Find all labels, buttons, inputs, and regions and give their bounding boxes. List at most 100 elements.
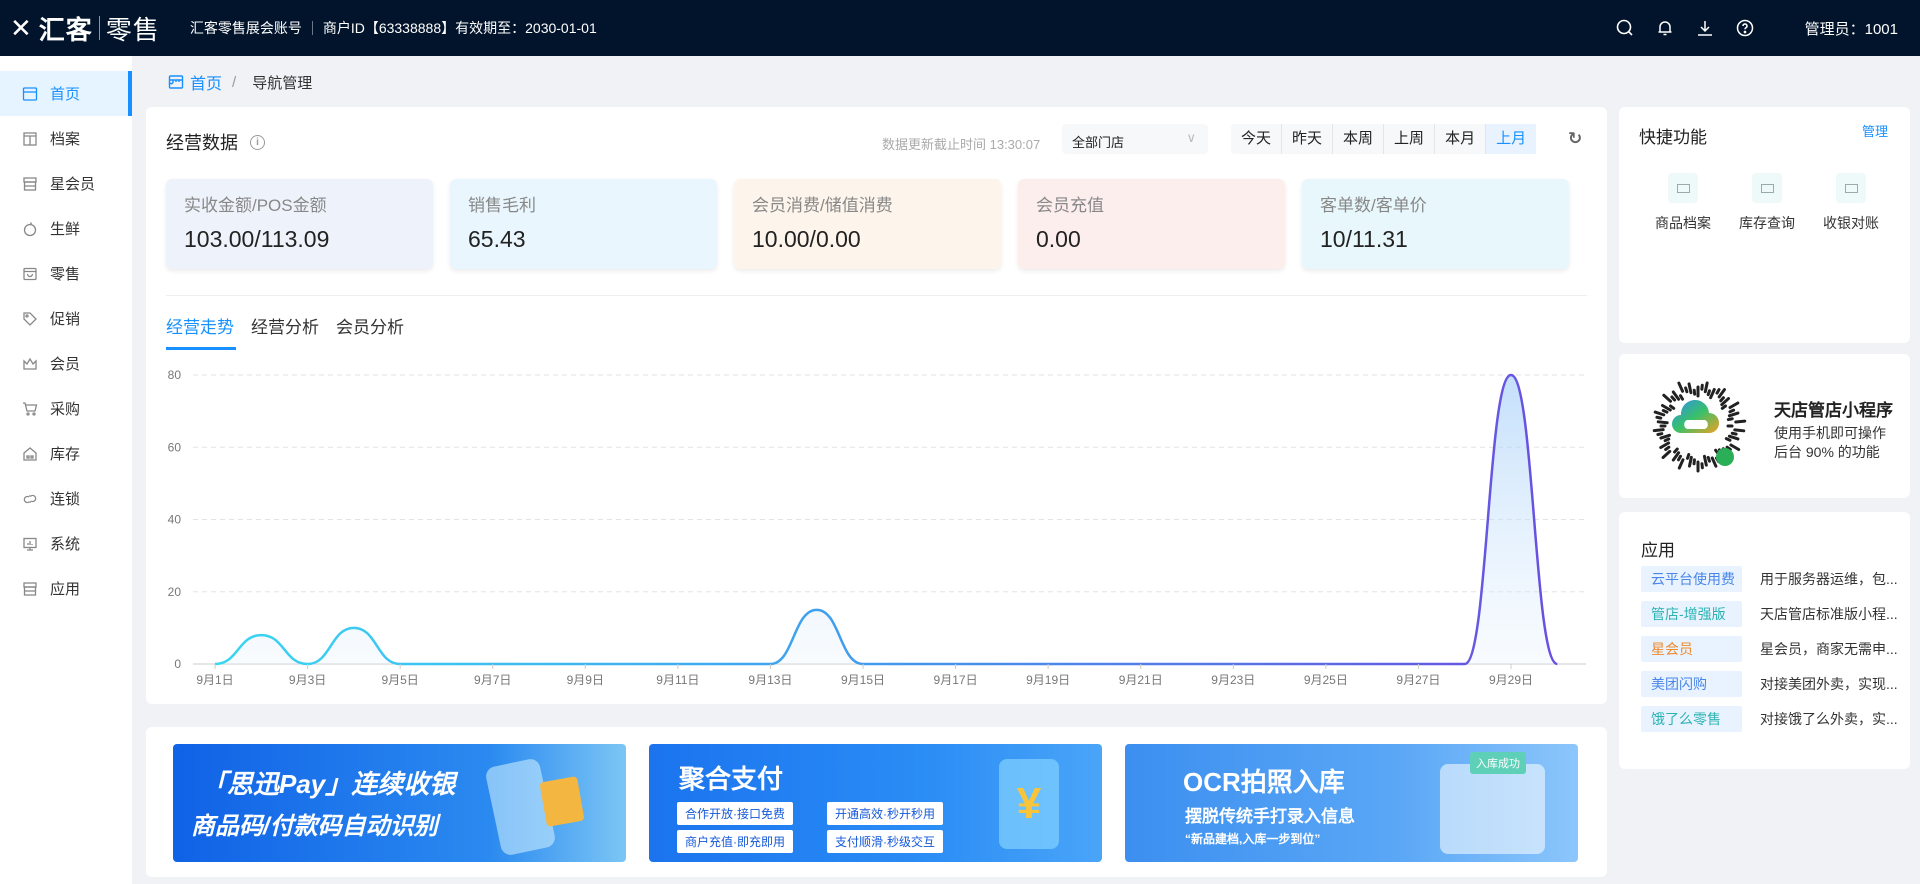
range-tab-5[interactable]: 上月 xyxy=(1485,124,1537,154)
app-desc: 用于服务器运维，包... xyxy=(1760,571,1898,587)
app-item[interactable]: 美团闪购 对接美团外卖，实现... xyxy=(1641,671,1910,697)
banner-subtitle: 商品码/付款码自动识别 xyxy=(191,813,438,840)
banner-ocr[interactable]: OCR拍照入库 摆脱传统手打录入信息 “新品建档,入库一步到位” 入库成功 xyxy=(1125,744,1578,862)
mini-program-desc: 使用手机即可操作 xyxy=(1774,425,1886,441)
x-tick-label: 9月9日 xyxy=(567,673,604,687)
cart-icon xyxy=(23,401,38,416)
app-tag: 饿了么零售 xyxy=(1641,706,1742,732)
x-tick-label: 9月15日 xyxy=(841,673,885,687)
tab-business-trend[interactable]: 经营走势 xyxy=(166,313,234,338)
stat-value: 10/11.31 xyxy=(1320,226,1408,252)
banner-title: OCR拍照入库 xyxy=(1183,767,1345,797)
bell-icon[interactable] xyxy=(1655,18,1675,38)
banner-title: 「思迅Pay」连续收银 xyxy=(201,769,456,799)
quick-title: 快捷功能 xyxy=(1639,128,1707,147)
tab-business-analysis[interactable]: 经营分析 xyxy=(251,313,319,338)
mini-program-title: 天店管店小程序 xyxy=(1774,401,1893,420)
info-icon[interactable]: i xyxy=(250,134,265,150)
range-tab-0[interactable]: 今天 xyxy=(1231,124,1281,154)
app-tag: 美团闪购 xyxy=(1641,671,1742,697)
app-item[interactable]: 星会员 星会员，商家无需申... xyxy=(1641,636,1910,662)
y-tick-label: 20 xyxy=(168,585,182,599)
app-item[interactable]: 饿了么零售 对接饿了么外卖，实... xyxy=(1641,706,1910,732)
y-tick-label: 40 xyxy=(168,513,182,527)
banner-pay[interactable]: 「思迅Pay」连续收银 商品码/付款码自动识别 xyxy=(173,744,626,862)
bag-icon xyxy=(23,267,37,280)
quick-manage-link[interactable]: 管理 xyxy=(1862,121,1888,140)
sidebar-item-label: 库存 xyxy=(50,446,81,463)
x-tick-label: 9月19日 xyxy=(1026,673,1070,687)
range-tab-4[interactable]: 本月 xyxy=(1434,124,1485,154)
app-item[interactable]: 云平台使用费 用于服务器运维，包... xyxy=(1641,566,1910,592)
sidebar-item-label: 采购 xyxy=(50,401,81,418)
sidebar-item-2[interactable]: 星会员 xyxy=(0,161,132,206)
sidebar-item-3[interactable]: 生鲜 xyxy=(0,206,132,251)
banner-subtitle: 摆脱传统手打录入信息 xyxy=(1185,807,1355,826)
range-tab-3[interactable]: 上周 xyxy=(1383,124,1434,154)
chevron-down-icon: ∨ xyxy=(1186,130,1196,145)
search-icon[interactable] xyxy=(1615,18,1635,38)
sidebar-item-10[interactable]: 系统 xyxy=(0,521,132,566)
tag-icon xyxy=(23,311,37,326)
sidebar-item-5[interactable]: 促销 xyxy=(0,296,132,341)
banner-note: “新品建档,入库一步到位” xyxy=(1185,832,1321,846)
refresh-icon[interactable]: ↻ xyxy=(1568,129,1582,149)
banner-title: 聚合支付 xyxy=(679,764,784,794)
box-icon xyxy=(23,176,37,191)
quick-item[interactable]: 收银对账 xyxy=(1811,165,1891,233)
merchant-info: 商户ID【63338888】有效期至：2030-01-01 xyxy=(322,20,597,36)
sidebar-item-label: 促销 xyxy=(50,311,81,328)
stat-card: 客单数/客单价 10/11.31 xyxy=(1302,179,1569,269)
mini-program-panel: 天店管店小程序 使用手机即可操作 后台 90% 的功能 xyxy=(1619,354,1910,498)
stat-label: 客单数/客单价 xyxy=(1320,196,1427,215)
stat-label: 销售毛利 xyxy=(468,196,536,215)
stat-label: 会员消费/储值消费 xyxy=(752,196,893,215)
quick-item-label: 收银对账 xyxy=(1823,215,1879,231)
monitor-icon xyxy=(23,537,37,551)
banner-pill: 支付顺滑·秒级交互 xyxy=(827,830,943,853)
sidebar-item-8[interactable]: 库存 xyxy=(0,431,132,476)
range-tab-2[interactable]: 本周 xyxy=(1332,124,1383,154)
brand-name: 汇客 xyxy=(38,14,93,45)
sidebar-item-1[interactable]: 档案 xyxy=(0,116,132,161)
range-tab-1[interactable]: 昨天 xyxy=(1281,124,1332,154)
y-tick-label: 0 xyxy=(174,657,181,671)
sidebar-item-7[interactable]: 采购 xyxy=(0,386,132,431)
stat-label: 会员充值 xyxy=(1036,196,1104,215)
archive-icon xyxy=(23,131,37,146)
quick-item[interactable]: 商品档案 xyxy=(1643,165,1723,233)
banner-aggregate-pay[interactable]: 聚合支付 合作开放·接口免费 开通高效·秒开秒用 商户充值·即充即用 支付顺滑·… xyxy=(649,744,1102,862)
app-item[interactable]: 管店-增强版 天店管店标准版小程... xyxy=(1641,601,1910,627)
quick-item[interactable]: 库存查询 xyxy=(1727,165,1807,233)
sidebar-item-label: 连锁 xyxy=(50,491,81,508)
account-name: 汇客零售展会账号 xyxy=(189,20,302,36)
sidebar-item-11[interactable]: 应用 xyxy=(0,566,132,611)
sidebar-item-0[interactable]: 首页 xyxy=(0,71,132,116)
help-icon[interactable] xyxy=(1735,18,1755,38)
sidebar-item-9[interactable]: 连锁 xyxy=(0,476,132,521)
stat-card: 会员充值 0.00 xyxy=(1018,179,1285,269)
store-select[interactable]: 全部门店 ∨ xyxy=(1062,124,1208,154)
panel-title: 经营数据 xyxy=(166,133,238,153)
card-icon xyxy=(1836,173,1866,203)
sidebar-item-6[interactable]: 会员 xyxy=(0,341,132,386)
breadcrumb-home[interactable]: 首页 xyxy=(190,70,222,94)
banner-badge: 入库成功 xyxy=(1470,752,1526,774)
app-tag: 管店-增强版 xyxy=(1641,601,1742,627)
sidebar-item-label: 会员 xyxy=(50,356,81,373)
business-data-panel: 0 20 40 60 80 9月1日 9月3日 9月5日 9月7日 9月9日 9月11日 9月13日 9… xyxy=(146,107,1607,704)
sidebar-item-4[interactable]: 零售 xyxy=(0,251,132,296)
x-tick-label: 9月23日 xyxy=(1211,673,1255,687)
download-icon[interactable] xyxy=(1695,18,1715,38)
stat-value: 103.00/113.09 xyxy=(184,226,330,252)
crown-icon xyxy=(23,357,37,370)
quick-item-label: 商品档案 xyxy=(1655,215,1711,231)
sidebar-item-label: 首页 xyxy=(50,86,81,103)
tab-member-analysis[interactable]: 会员分析 xyxy=(336,313,404,338)
banner-panel: 「思迅Pay」连续收银 商品码/付款码自动识别 聚合支付 合作开放·接口免费 开… xyxy=(146,727,1607,877)
stat-card: 销售毛利 65.43 xyxy=(450,179,717,269)
banner-pill: 开通高效·秒开秒用 xyxy=(827,802,943,825)
app-tag: 星会员 xyxy=(1641,636,1742,662)
stat-card: 会员消费/储值消费 10.00/0.00 xyxy=(734,179,1001,269)
admin-user[interactable]: 管理员：1001 xyxy=(1805,18,1898,39)
